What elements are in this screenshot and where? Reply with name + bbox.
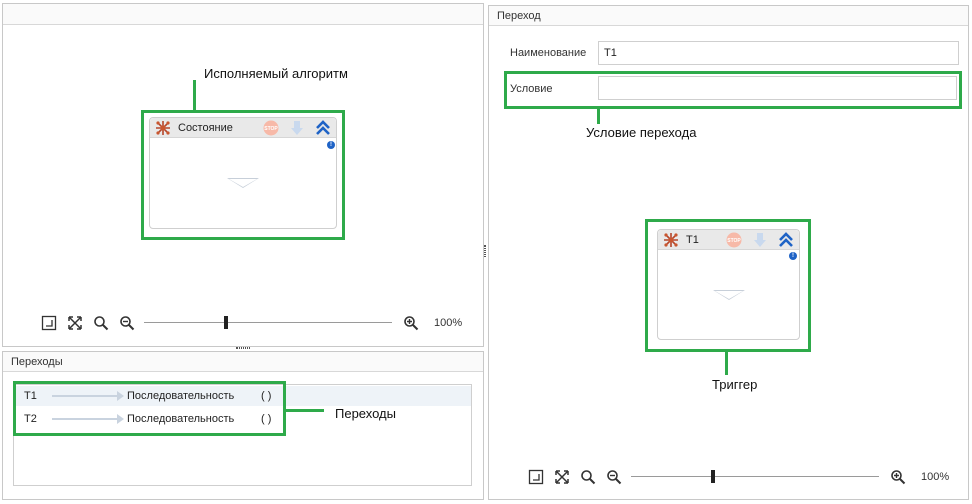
transitions-highlight-box [13,381,286,436]
transitions-annotation: Переходы [335,406,396,421]
algorithm-panel-header [3,4,483,25]
algorithm-annotation: Исполняемый алгоритм [204,66,348,81]
name-label: Наименование [510,47,587,59]
trigger-annotation: Триггер [712,377,758,392]
condition-callout-line [597,108,600,124]
zoom-slider-thumb[interactable] [224,316,228,329]
condition-highlight-box [504,71,962,109]
algorithm-highlight-box [141,110,345,240]
zoom-in-icon[interactable] [889,468,907,486]
zoom-slider-track [631,476,879,477]
transitions-panel-header: Переходы [3,352,483,372]
zoom-slider-thumb[interactable] [711,470,715,483]
zoom-in-icon[interactable] [402,314,420,332]
zoom-slider-track [144,322,392,323]
name-input[interactable]: T1 [598,41,959,65]
right-zoom-toolbar: 100% [527,467,949,487]
zoom-slider[interactable] [631,467,879,487]
condition-annotation: Условие перехода [586,125,697,140]
zoom-out-icon[interactable] [118,314,136,332]
left-zoom-toolbar: 100% [40,313,462,333]
fit-page-icon[interactable] [527,468,545,486]
fit-page-icon[interactable] [40,314,58,332]
zoom-slider[interactable] [144,313,392,333]
trigger-callout-line [725,351,728,375]
transition-panel-header: Переход [489,6,968,26]
algorithm-callout-line [193,80,196,112]
search-icon[interactable] [92,314,110,332]
expand-icon[interactable] [553,468,571,486]
transitions-callout-line [286,409,324,412]
zoom-out-icon[interactable] [605,468,623,486]
search-icon[interactable] [579,468,597,486]
expand-icon[interactable] [66,314,84,332]
zoom-value: 100% [434,317,463,329]
zoom-value: 100% [921,471,950,483]
trigger-highlight-box [645,219,811,352]
horizontal-splitter-grip[interactable] [236,347,250,349]
vertical-splitter-grip[interactable] [484,245,486,257]
